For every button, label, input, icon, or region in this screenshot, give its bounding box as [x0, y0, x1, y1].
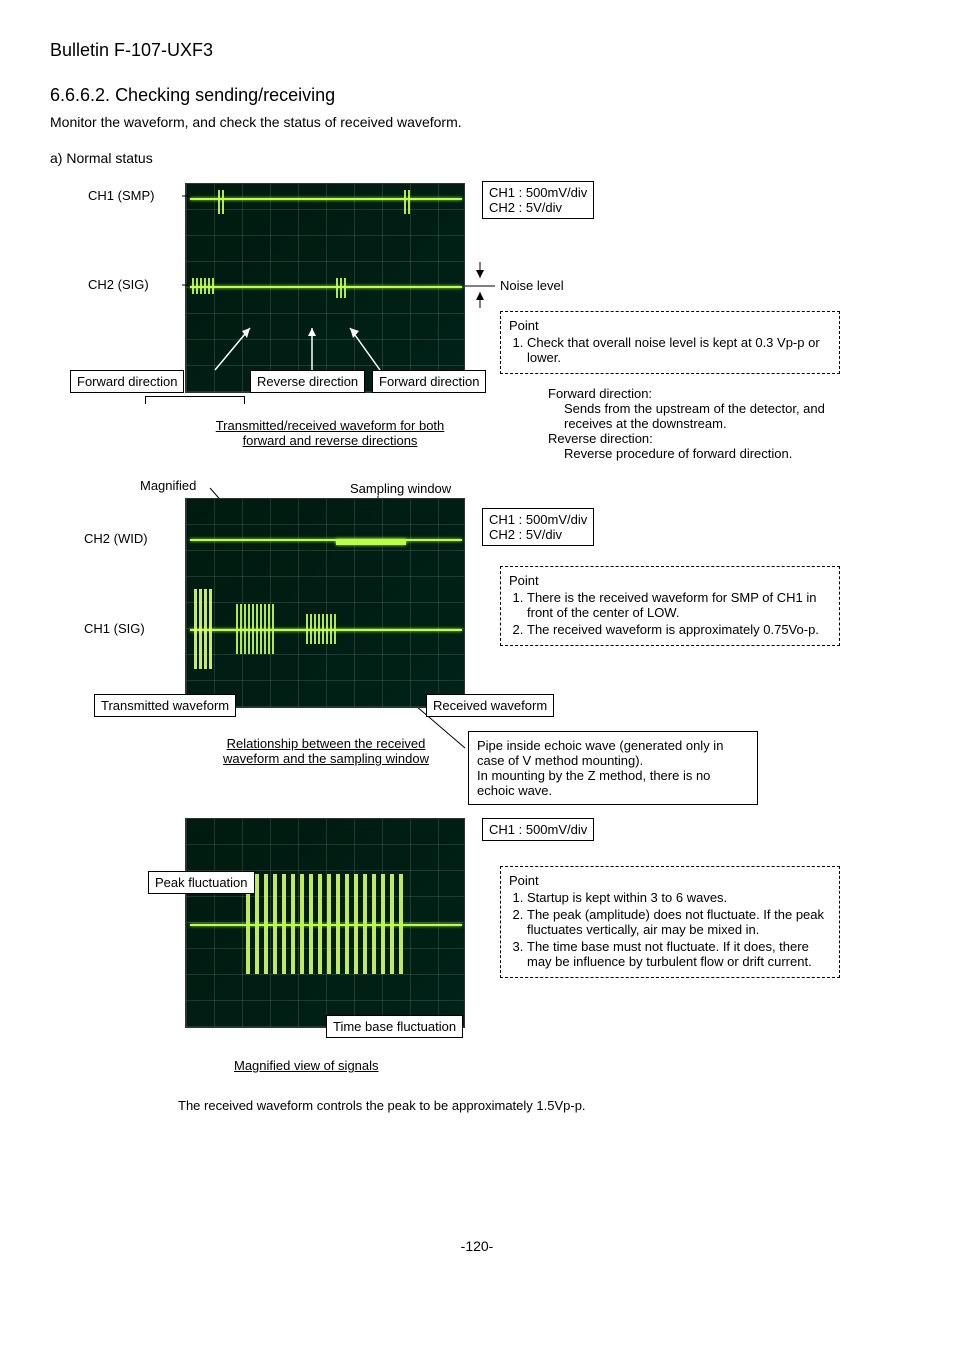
fwd-dir-2: Forward direction — [372, 370, 486, 393]
rev-dir-text: Reverse procedure of forward direction. — [548, 446, 828, 461]
fwd-dir-text: Sends from the upstream of the detector,… — [548, 401, 828, 431]
scope3-div-box: CH1 : 500mV/div — [482, 818, 594, 841]
rev-dir: Reverse direction — [250, 370, 365, 393]
peak-fluct-label: Peak fluctuation — [148, 871, 255, 894]
direction-desc: Forward direction: Sends from the upstre… — [548, 386, 828, 461]
scope2-caption: Relationship between the received wavefo… — [206, 736, 446, 766]
rev-dir-label: Reverse direction: — [548, 431, 828, 446]
scope2-div-box: CH1 : 500mV/div CH2 : 5V/div — [482, 508, 594, 546]
point-title-3: Point — [509, 873, 831, 888]
scope1-caption: Transmitted/received waveform for both f… — [210, 418, 450, 448]
scope2-ch1-label: CH1 (SIG) — [84, 621, 145, 636]
scope3-point-box: Point Startup is kept within 3 to 6 wave… — [500, 866, 840, 978]
section-title-text: Checking sending/receiving — [115, 85, 335, 105]
scope3-point-2: The peak (amplitude) does not fluctuate.… — [527, 907, 831, 937]
scope1-ch1-div: CH1 : 500mV/div — [489, 185, 587, 200]
scope2-point-2: The received waveform is approximately 0… — [527, 622, 831, 637]
scope2-ch2-div: CH2 : 5V/div — [489, 527, 587, 542]
echoic-note: Pipe inside echoic wave (generated only … — [468, 731, 758, 805]
sampling-window-label: Sampling window — [350, 481, 451, 496]
scope2-ch2-label: CH2 (WID) — [84, 531, 148, 546]
echoic-text1: Pipe inside echoic wave (generated only … — [477, 738, 749, 768]
scope2-ch1-div: CH1 : 500mV/div — [489, 512, 587, 527]
scope2-point-box: Point There is the received waveform for… — [500, 566, 840, 646]
section-intro: Monitor the waveform, and check the stat… — [50, 114, 904, 130]
point-title: Point — [509, 318, 831, 333]
page-number: -120- — [50, 1238, 904, 1254]
scope-2 — [185, 498, 465, 708]
diagram-container: CH1 (SMP) CH2 (SIG) CH1 : 500mV/div CH2 … — [50, 178, 904, 1228]
scope-3 — [185, 818, 465, 1028]
time-base-label: Time base fluctuation — [326, 1015, 463, 1038]
scope1-ch2-label: CH2 (SIG) — [88, 277, 149, 292]
noise-level-label: Noise level — [500, 278, 564, 293]
bulletin-header: Bulletin F-107-UXF3 — [50, 40, 904, 61]
transmitted-label: Transmitted waveform — [94, 694, 236, 717]
fwd-dir-1: Forward direction — [70, 370, 184, 393]
scope-1 — [185, 183, 465, 393]
scope1-point-1: Check that overall noise level is kept a… — [527, 335, 831, 365]
scope1-point-box: Point Check that overall noise level is … — [500, 311, 840, 374]
point-title-2: Point — [509, 573, 831, 588]
scope1-ch1-label: CH1 (SMP) — [88, 188, 154, 203]
normal-status-label: a) Normal status — [50, 150, 904, 166]
scope1-div-box: CH1 : 500mV/div CH2 : 5V/div — [482, 181, 594, 219]
scope3-point-3: The time base must not fluctuate. If it … — [527, 939, 831, 969]
echoic-text2: In mounting by the Z method, there is no… — [477, 768, 749, 798]
scope3-point-1: Startup is kept within 3 to 6 waves. — [527, 890, 831, 905]
scope2-point-1: There is the received waveform for SMP o… — [527, 590, 831, 620]
scope3-caption: Magnified view of signals — [234, 1058, 379, 1073]
section-number: 6.6.6.2. — [50, 85, 110, 105]
section-heading: 6.6.6.2. Checking sending/receiving — [50, 85, 904, 106]
footer-note: The received waveform controls the peak … — [178, 1098, 586, 1113]
scope1-ch2-div: CH2 : 5V/div — [489, 200, 587, 215]
fwd-dir-label: Forward direction: — [548, 386, 828, 401]
magnified-label: Magnified — [140, 478, 196, 493]
received-label: Received waveform — [426, 694, 554, 717]
